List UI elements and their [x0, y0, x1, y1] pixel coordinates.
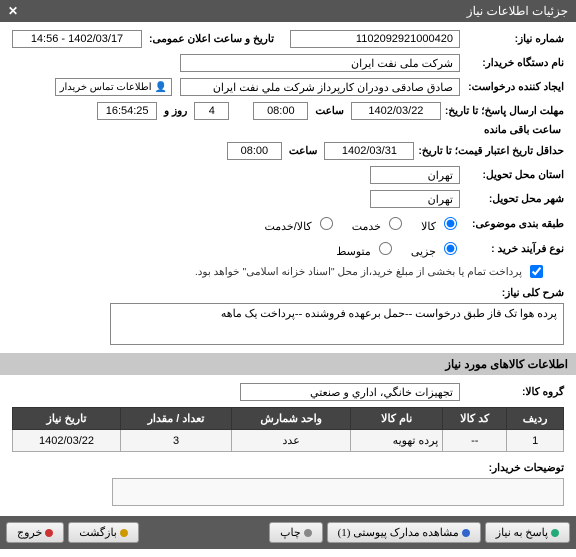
exit-button[interactable]: خروج — [6, 522, 64, 543]
back-button[interactable]: بازگشت — [68, 522, 139, 543]
category-label: طبقه بندی موضوعی: — [464, 218, 564, 230]
respond-icon — [551, 529, 559, 537]
category-service-radio[interactable] — [389, 217, 402, 230]
category-goods-radio[interactable] — [444, 217, 457, 230]
city-deliver-field[interactable] — [370, 190, 460, 208]
goods-group-field[interactable] — [240, 383, 460, 401]
respond-button[interactable]: پاسخ به نیاز — [485, 522, 570, 543]
goods-info-header: اطلاعات کالاهای مورد نیاز — [0, 353, 576, 375]
window-title: جزئیات اطلاعات نیاز — [467, 4, 568, 18]
days-suffix: روز و — [164, 105, 187, 117]
goods-group-label: گروه کالا: — [464, 386, 564, 398]
payment-note-checkbox[interactable] — [530, 265, 543, 278]
th-unit: واحد شمارش — [232, 408, 351, 430]
deadline-label: مهلت ارسال پاسخ؛ تا تاریخ: — [445, 105, 564, 117]
need-number-label: شماره نیاز: — [464, 33, 564, 45]
buyer-org-label: نام دستگاه خریدار: — [464, 57, 564, 69]
time-remaining-field[interactable] — [97, 102, 157, 120]
category-goods-option[interactable]: کالا — [421, 214, 460, 233]
attachment-icon — [462, 529, 470, 537]
creator-field[interactable] — [180, 78, 460, 96]
province-deliver-field[interactable] — [370, 166, 460, 184]
buyer-org-field[interactable] — [180, 54, 460, 72]
buyer-note-box[interactable] — [112, 478, 564, 506]
action-bar: پاسخ به نیاز مشاهده مدارک پیوستی (1) چاپ… — [0, 516, 576, 549]
time-label-2: ساعت — [289, 145, 318, 157]
creator-label: ایجاد کننده درخواست: — [464, 81, 564, 93]
cell-date: 1402/03/22 — [13, 430, 121, 452]
proc-medium-option[interactable]: متوسط — [336, 239, 395, 258]
validity-label: حداقل تاریخ اعتبار قیمت؛ تا تاریخ: — [418, 145, 564, 157]
buyer-note-label: توضیحات خریدار: — [464, 462, 564, 474]
summary-textarea[interactable] — [110, 303, 564, 345]
proc-medium-radio[interactable] — [379, 242, 392, 255]
need-number-field[interactable] — [290, 30, 460, 48]
cell-name: پرده تهویه — [351, 430, 443, 452]
validity-date-field[interactable] — [324, 142, 414, 160]
category-both-radio[interactable] — [320, 217, 333, 230]
category-both-option[interactable]: کالا/خدمت — [264, 214, 335, 233]
back-icon — [120, 529, 128, 537]
attachments-button[interactable]: مشاهده مدارک پیوستی (1) — [327, 522, 481, 543]
payment-note-text: پرداخت تمام یا بخشی از مبلغ خرید،از محل … — [195, 266, 522, 278]
goods-table: ردیف کد کالا نام کالا واحد شمارش تعداد /… — [12, 407, 564, 452]
cell-unit: عدد — [232, 430, 351, 452]
contact-buyer-label: اطلاعات تماس خریدار — [60, 82, 152, 93]
province-deliver-label: استان محل تحویل: — [464, 169, 564, 181]
person-icon: 👤 — [155, 82, 167, 93]
days-remaining-field[interactable] — [194, 102, 229, 120]
print-icon — [304, 529, 312, 537]
cell-qty: 3 — [121, 430, 232, 452]
th-name: نام کالا — [351, 408, 443, 430]
th-code: کد کالا — [443, 408, 507, 430]
summary-label: شرح کلی نیاز: — [464, 287, 564, 299]
proc-partial-option[interactable]: جزیی — [411, 239, 460, 258]
window-titlebar: جزئیات اطلاعات نیاز ✕ — [0, 0, 576, 22]
announce-label: تاریخ و ساعت اعلان عمومی: — [149, 33, 274, 45]
th-idx: ردیف — [507, 408, 564, 430]
deadline-date-field[interactable] — [351, 102, 441, 120]
deadline-time-field[interactable] — [253, 102, 308, 120]
cell-idx: 1 — [507, 430, 564, 452]
city-deliver-label: شهر محل تحویل: — [464, 193, 564, 205]
th-date: تاریخ نیاز — [13, 408, 121, 430]
announce-datetime-field[interactable] — [12, 30, 142, 48]
category-service-option[interactable]: خدمت — [352, 214, 405, 233]
exit-icon — [45, 529, 53, 537]
print-button[interactable]: چاپ — [269, 522, 323, 543]
proc-type-label: نوع فرآیند خرید : — [464, 243, 564, 255]
th-qty: تعداد / مقدار — [121, 408, 232, 430]
remain-suffix: ساعت باقی مانده — [484, 124, 561, 136]
time-label-1: ساعت — [315, 105, 344, 117]
cell-code: -- — [443, 430, 507, 452]
close-icon[interactable]: ✕ — [8, 4, 18, 18]
table-row[interactable]: 1 -- پرده تهویه عدد 3 1402/03/22 — [13, 430, 564, 452]
contact-buyer-button[interactable]: 👤 اطلاعات تماس خریدار — [55, 78, 172, 96]
validity-time-field[interactable] — [227, 142, 282, 160]
proc-partial-radio[interactable] — [444, 242, 457, 255]
